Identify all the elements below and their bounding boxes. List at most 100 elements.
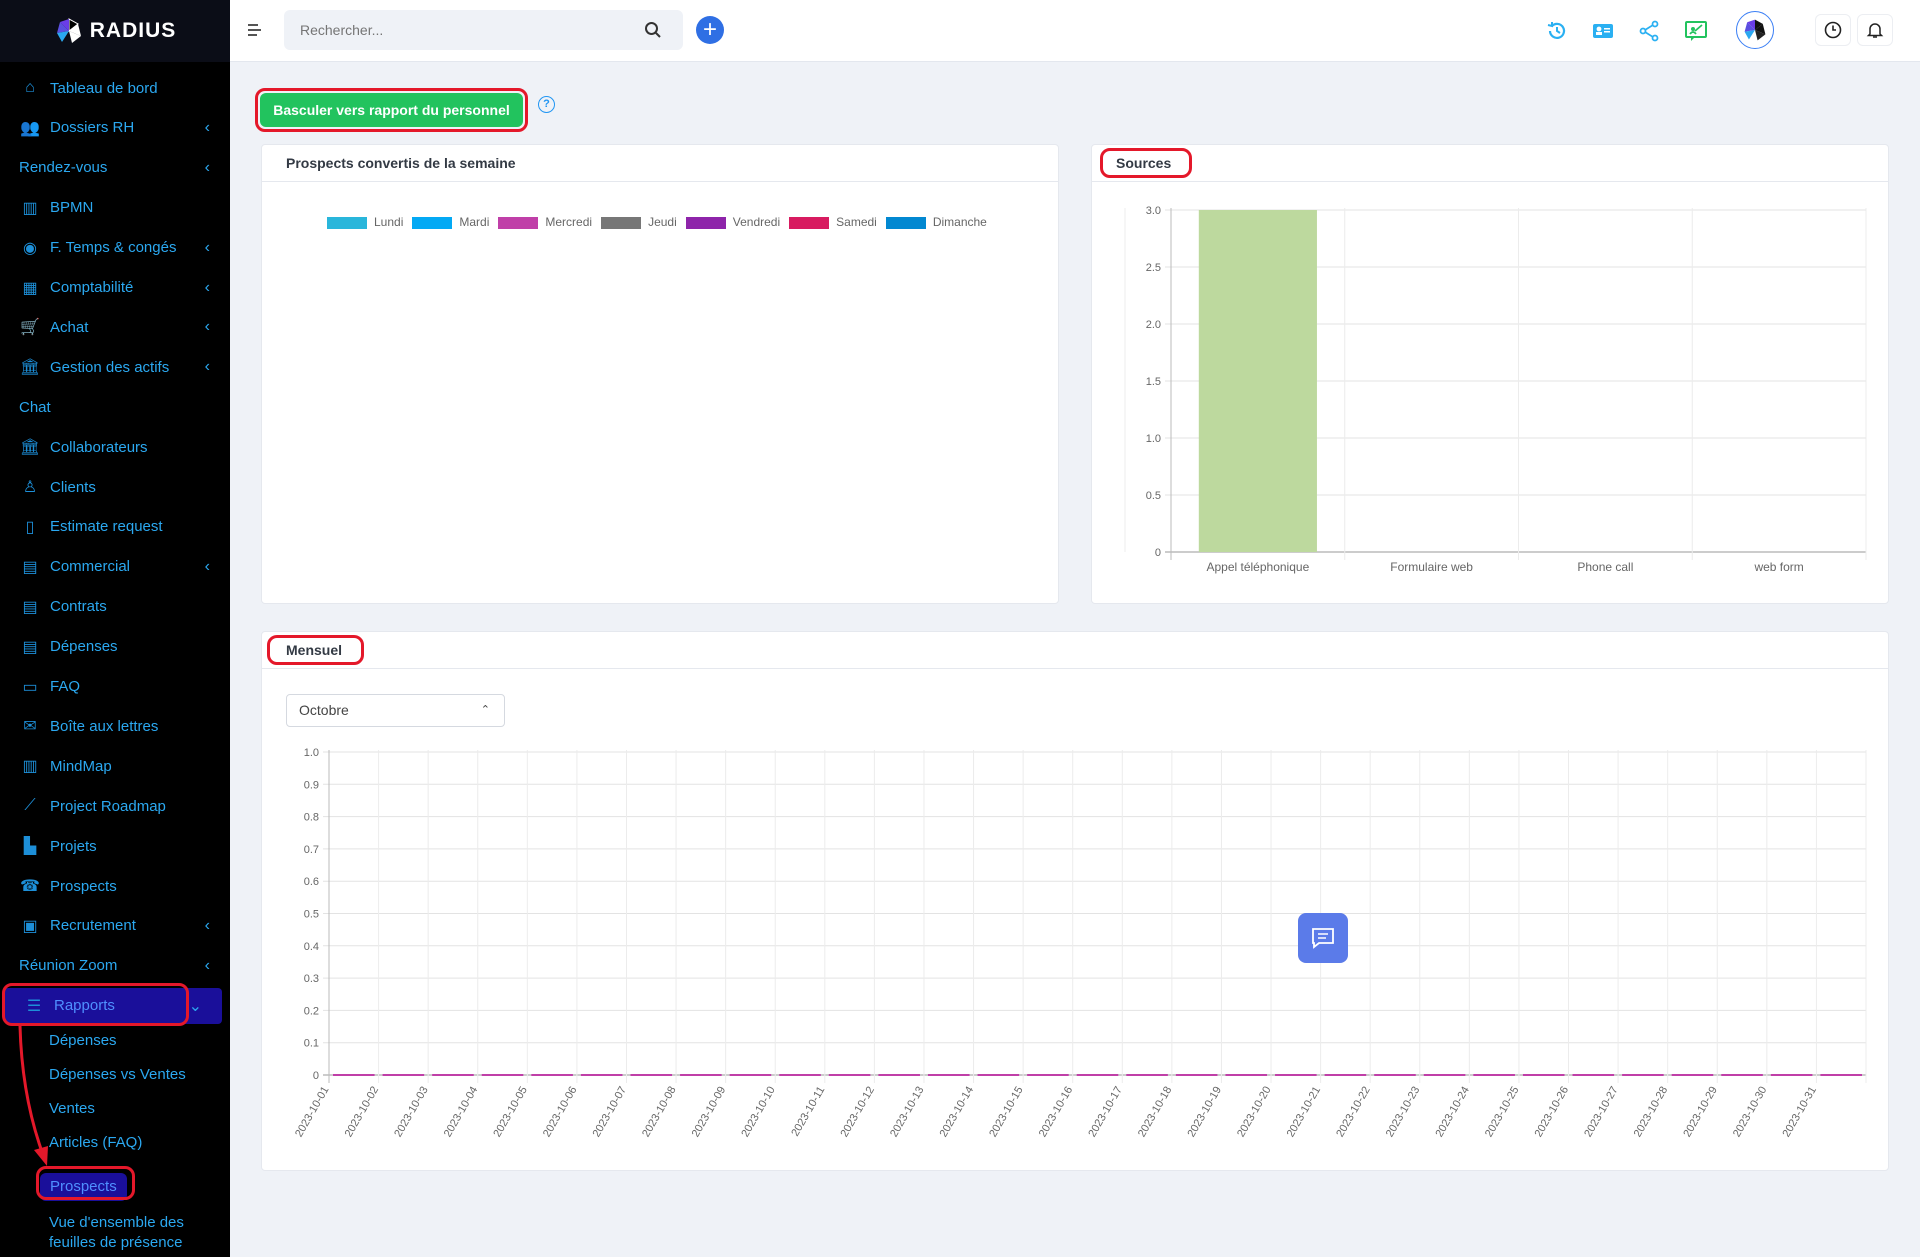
chevron-left-icon: ‹	[204, 557, 210, 575]
x-tick-label: Formulaire web	[1390, 560, 1473, 574]
sidebar-item-label: Dossiers RH	[50, 119, 135, 137]
x-tick-label: 2023-10-23	[1384, 1085, 1423, 1140]
legend-label: Dimanche	[932, 215, 987, 229]
legend-swatch	[601, 216, 642, 229]
sidebar-subitem[interactable]: Vue d'ensemble des	[49, 1213, 184, 1233]
legend-item[interactable]: Mardi	[412, 215, 489, 229]
sidebar-item-label: Tableau de bord	[50, 79, 158, 97]
sidebar-item-tableau-de-bord[interactable]: ⌂ Tableau de bord	[0, 70, 230, 106]
sidebar-item-label: Collaborateurs	[50, 438, 148, 456]
sidebar-item-contrats[interactable]: ▤ Contrats	[0, 589, 230, 625]
sidebar-item-projets[interactable]: ▙ Projets	[0, 828, 230, 864]
users-icon: 👥	[20, 119, 40, 137]
sidebar-item-comptabilit-[interactable]: ▦ Comptabilité ‹	[0, 270, 230, 306]
sidebar-item-dossiers-rh[interactable]: 👥 Dossiers RH ‹	[0, 110, 230, 146]
x-tick-label: Appel téléphonique	[1206, 560, 1309, 574]
sidebar-item-prospects[interactable]: ☎ Prospects	[0, 868, 230, 904]
y-tick-label: 0.9	[304, 779, 319, 791]
chevron-left-icon: ‹	[204, 238, 210, 256]
sidebar-item-clients[interactable]: ♙ Clients	[0, 469, 230, 505]
topbar: +	[230, 0, 1920, 62]
legend-item[interactable]: Mercredi	[498, 215, 592, 229]
chevron-left-icon: ‹	[204, 278, 210, 296]
sidebar-item-bo-te-aux-lettres[interactable]: ✉ Boîte aux lettres	[0, 708, 230, 744]
sidebar-item-commercial[interactable]: ▤ Commercial ‹	[0, 549, 230, 585]
sidebar-item-label: BPMN	[50, 199, 94, 217]
clock-button[interactable]	[1815, 14, 1851, 46]
document-icon: ▤	[22, 558, 38, 576]
sidebar-item-r-union-zoom[interactable]: Réunion Zoom ‹	[0, 948, 230, 984]
sidebar-item-label: Contrats	[50, 598, 107, 616]
y-tick-label: 1.0	[1146, 433, 1161, 445]
sidebar-item-label: Chat	[19, 398, 51, 416]
x-tick-label: 2023-10-17	[1086, 1085, 1125, 1140]
y-tick-label: 0.8	[304, 812, 319, 824]
report-icon: ☰	[26, 997, 42, 1015]
sidebar-item-project-roadmap[interactable]: ⟋ Project Roadmap	[0, 788, 230, 824]
sidebar-item-d-penses[interactable]: ▤ Dépenses	[0, 629, 230, 665]
sidebar-item-estimate-request[interactable]: ▯ Estimate request	[0, 509, 230, 545]
notifications-button[interactable]	[1857, 14, 1893, 46]
legend-label: Samedi	[836, 215, 877, 229]
logo[interactable]: RADIUS	[0, 0, 230, 62]
sidebar-item-collaborateurs[interactable]: 🏛 Collaborateurs	[0, 429, 230, 465]
bell-icon	[1866, 23, 1884, 38]
x-tick-label: 2023-10-15	[987, 1085, 1026, 1140]
sidebar-item-label: Boîte aux lettres	[50, 717, 159, 735]
sidebar-item-rapports[interactable]: ☰ Rapports ⌄	[4, 987, 222, 1024]
x-tick-label: 2023-10-21	[1285, 1085, 1324, 1140]
chevron-left-icon: ‹	[204, 358, 210, 376]
help-icon[interactable]: ?	[538, 96, 555, 113]
search-icon[interactable]	[644, 21, 662, 39]
avatar[interactable]	[1736, 11, 1774, 49]
y-tick-label: 1.0	[304, 747, 319, 759]
sidebar-item-chat[interactable]: Chat	[0, 389, 230, 425]
search-input[interactable]	[284, 10, 683, 50]
sidebar-item-label: Project Roadmap	[50, 797, 166, 815]
sidebar-item-mindmap[interactable]: ▥ MindMap	[0, 748, 230, 784]
legend-item[interactable]: Jeudi	[601, 215, 677, 229]
presentation-icon[interactable]	[1679, 14, 1713, 48]
chevron-left-icon: ‹	[204, 916, 210, 934]
x-tick-label: 2023-10-19	[1186, 1085, 1225, 1140]
y-tick-label: 0	[313, 1070, 319, 1082]
legend-item[interactable]: Samedi	[789, 215, 877, 229]
x-tick-label: 2023-10-25	[1483, 1085, 1522, 1140]
sidebar-item-rendez-vous[interactable]: Rendez-vous ‹	[0, 150, 230, 186]
id-badge-icon: ▣	[22, 917, 38, 935]
x-tick-label: 2023-10-14	[938, 1085, 977, 1140]
calculator-icon: ▦	[22, 279, 38, 297]
menu-toggle-icon[interactable]	[248, 24, 262, 36]
line-chart-icon: ⟋	[24, 797, 36, 815]
sidebar-item-gestion-des-actifs[interactable]: 🏛 Gestion des actifs ‹	[0, 349, 230, 385]
sidebar-subitem[interactable]: Articles (FAQ)	[49, 1133, 142, 1153]
sidebar-item-achat[interactable]: 🛒 Achat ‹	[0, 309, 230, 345]
chat-bubble-button[interactable]	[1298, 913, 1348, 963]
x-tick-label: 2023-10-04	[442, 1085, 481, 1140]
legend-item[interactable]: Dimanche	[885, 215, 987, 229]
x-tick-label: 2023-10-20	[1235, 1085, 1274, 1140]
x-tick-label: 2023-10-12	[838, 1085, 877, 1140]
sidebar-item-bpmn[interactable]: ▥ BPMN	[0, 190, 230, 226]
legend-item[interactable]: Lundi	[327, 215, 403, 229]
toggle-report-button[interactable]: Basculer vers rapport du personnel	[260, 93, 523, 127]
legend-swatch	[327, 216, 367, 229]
share-icon[interactable]	[1632, 14, 1666, 48]
legend-item[interactable]: Vendredi	[685, 215, 780, 229]
sidebar-item-label: Dépenses	[50, 638, 118, 656]
y-tick-label: 0.5	[304, 909, 319, 921]
contract-icon: ▤	[22, 598, 38, 616]
contact-card-icon[interactable]	[1586, 14, 1620, 48]
add-button[interactable]: +	[696, 16, 724, 44]
sidebar: RADIUS ⌂ Tableau de bord 👥 Dossiers RH ‹ Rend…	[0, 0, 230, 1257]
sidebar-item-recrutement[interactable]: ▣ Recrutement ‹	[0, 908, 230, 944]
sidebar-item-f-temps-cong-s[interactable]: ◉ F. Temps & congés ‹	[0, 230, 230, 266]
history-icon[interactable]	[1540, 14, 1574, 48]
sidebar-subitem[interactable]: Dépenses vs Ventes	[49, 1065, 186, 1085]
x-tick-label: 2023-10-26	[1533, 1085, 1572, 1140]
sidebar-subitem[interactable]: feuilles de présence	[49, 1233, 182, 1253]
radius-logo-icon	[56, 18, 81, 43]
sidebar-item-label: Prospects	[50, 877, 117, 895]
sidebar-item-faq[interactable]: ▭ FAQ	[0, 669, 230, 705]
sidebar-subitem[interactable]: Prospects	[40, 1173, 127, 1201]
